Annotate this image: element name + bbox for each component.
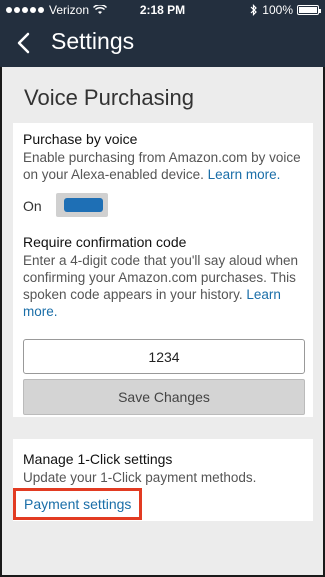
status-bar: Verizon 2:18 PM 100% bbox=[0, 0, 325, 20]
toggle-fill bbox=[64, 198, 103, 212]
bluetooth-icon bbox=[250, 4, 258, 16]
section-heading: Voice Purchasing bbox=[24, 85, 194, 110]
battery-percent: 100% bbox=[262, 3, 293, 17]
confirmation-code-desc: Enter a 4-digit code that you'll say alo… bbox=[23, 252, 308, 320]
main-content: Voice Purchasing Purchase by voice Enabl… bbox=[2, 67, 323, 575]
voice-purchase-card: Purchase by voice Enable purchasing from… bbox=[13, 123, 313, 417]
page-title: Settings bbox=[51, 28, 135, 54]
battery-icon bbox=[297, 5, 321, 15]
one-click-card: Manage 1-Click settings Update your 1-Cl… bbox=[13, 439, 313, 521]
one-click-label: Manage 1-Click settings bbox=[23, 451, 173, 467]
save-changes-button[interactable]: Save Changes bbox=[23, 379, 305, 415]
status-right-group: 100% bbox=[250, 3, 321, 17]
learn-more-link[interactable]: Learn more. bbox=[208, 167, 281, 182]
confirmation-code-label: Require confirmation code bbox=[23, 234, 187, 250]
confirmation-code-input[interactable] bbox=[23, 339, 305, 374]
toggle-label: On bbox=[23, 198, 42, 214]
purchase-by-voice-desc: Enable purchasing from Amazon.com by voi… bbox=[23, 149, 308, 183]
one-click-desc: Update your 1-Click payment methods. bbox=[23, 470, 257, 485]
payment-settings-link[interactable]: Payment settings bbox=[13, 488, 143, 520]
purchase-by-voice-label: Purchase by voice bbox=[23, 131, 138, 147]
nav-bar: Settings bbox=[0, 20, 325, 67]
purchase-by-voice-toggle[interactable] bbox=[56, 193, 108, 217]
back-icon[interactable] bbox=[14, 31, 36, 55]
